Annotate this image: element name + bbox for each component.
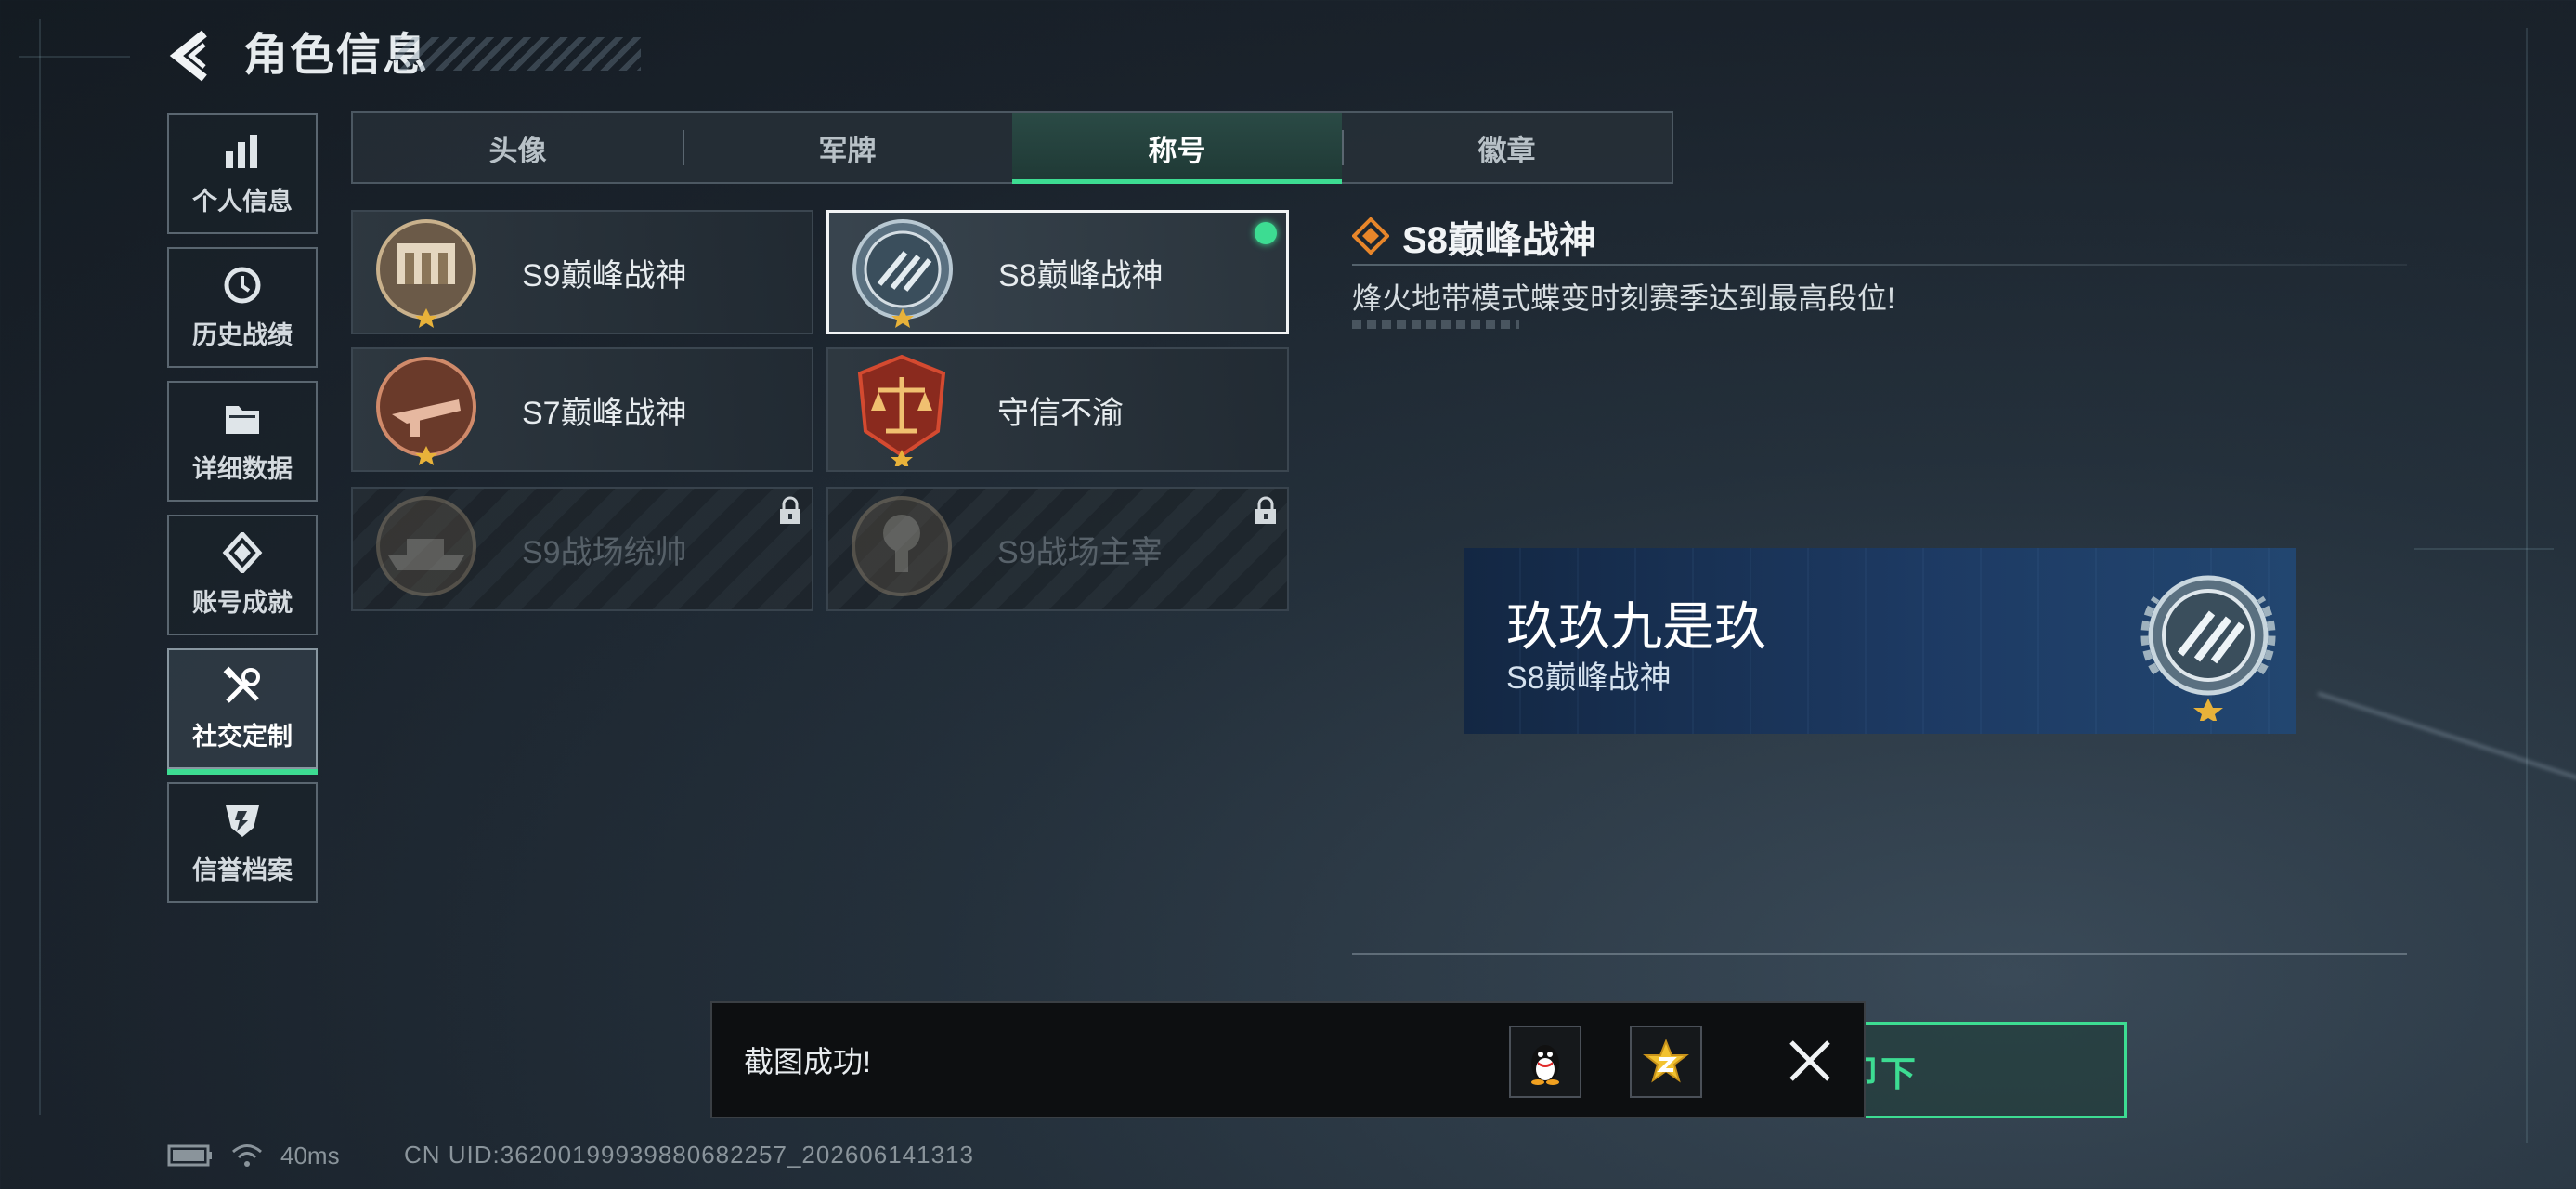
title-preview-card: 玖玖九是玖 S8巅峰战神 bbox=[1464, 548, 2296, 734]
preview-title: S8巅峰战神 bbox=[1506, 660, 1672, 696]
sidebar-item-label: 账号成就 bbox=[192, 588, 293, 617]
bar-chart-icon bbox=[226, 134, 257, 168]
folder-icon bbox=[226, 405, 259, 434]
sidebar-item-detailed-data[interactable]: 详细数据 bbox=[167, 381, 318, 502]
title-name: 守信不渝 bbox=[997, 395, 1124, 431]
uid-readout: CN UID:362001999398806822​57_20260614131… bbox=[404, 1141, 974, 1169]
title-card-s9-commander[interactable]: S9战场统帅 bbox=[351, 487, 813, 611]
tab-badge[interactable]: 徽章 bbox=[1342, 113, 1672, 182]
preview-player-name: 玖玖九是玖 bbox=[1506, 597, 1766, 656]
detail-obscured-text bbox=[1352, 320, 1519, 329]
credit-shield-icon bbox=[226, 804, 259, 837]
qq-penguin-icon bbox=[1531, 1045, 1559, 1085]
title-name: S8巅峰战神 bbox=[998, 257, 1164, 294]
active-indicator bbox=[167, 769, 318, 775]
title-name: S9战场统帅 bbox=[522, 534, 687, 570]
title-card-s7-peak[interactable]: S7巅峰战神 bbox=[351, 347, 813, 472]
sidebar-item-credit[interactable]: 信誉档案 bbox=[167, 782, 318, 903]
wifi-icon bbox=[232, 1144, 262, 1167]
share-qq-button[interactable] bbox=[1509, 1026, 1581, 1098]
tab-avatar[interactable]: 头像 bbox=[353, 113, 683, 182]
close-icon[interactable] bbox=[1782, 1033, 1838, 1089]
sidebar-item-label: 社交定制 bbox=[192, 722, 293, 751]
frame-line bbox=[19, 56, 130, 58]
lock-icon bbox=[780, 496, 800, 524]
justice-scale-emblem-icon bbox=[857, 354, 946, 466]
title-name: S7巅峰战神 bbox=[522, 395, 687, 431]
title-card-s8-peak[interactable]: S8巅峰战神 bbox=[826, 210, 1289, 334]
frame-line bbox=[39, 19, 41, 1115]
share-qzone-button[interactable] bbox=[1630, 1026, 1702, 1098]
frame-line bbox=[2526, 28, 2528, 1143]
background-lightning bbox=[2301, 692, 2576, 831]
frame-line bbox=[2414, 548, 2554, 550]
title-name: S9巅峰战神 bbox=[522, 257, 687, 294]
title-card-s9-dominator[interactable]: S9战场主宰 bbox=[826, 487, 1289, 611]
sidebar-item-history[interactable]: 历史战绩 bbox=[167, 247, 318, 368]
title-card-s9-peak[interactable]: S9巅峰战神 bbox=[351, 210, 813, 334]
detail-description: 烽火地带模式蝶变时刻赛季达到最高段位! bbox=[1352, 281, 1895, 315]
panel-divider bbox=[1352, 953, 2407, 955]
s8-peak-emblem-icon bbox=[2140, 575, 2276, 721]
sidebar-item-label: 信誉档案 bbox=[192, 856, 293, 884]
detail-divider bbox=[1352, 264, 2407, 266]
s7-peak-emblem-icon bbox=[376, 357, 476, 465]
ping-readout: 40ms bbox=[280, 1141, 340, 1169]
status-bar: 40ms bbox=[167, 1139, 340, 1172]
sidebar-item-personal-info[interactable]: 个人信息 bbox=[167, 113, 318, 234]
screenshot-toast: 截图成功! bbox=[710, 1001, 1866, 1118]
sidebar-item-label: 历史战绩 bbox=[192, 320, 293, 349]
history-icon bbox=[224, 267, 261, 303]
back-arrow-icon[interactable] bbox=[167, 28, 214, 84]
sidebar-item-label: 个人信息 bbox=[192, 187, 293, 216]
s9-peak-emblem-icon bbox=[376, 219, 476, 328]
tab-dog-tag[interactable]: 军牌 bbox=[683, 113, 1012, 182]
title-diamond-icon bbox=[1352, 217, 1389, 255]
achievement-icon bbox=[222, 531, 263, 573]
warship-emblem-icon bbox=[376, 496, 476, 596]
title-name: S9战场主宰 bbox=[997, 534, 1163, 570]
lock-icon bbox=[1255, 496, 1276, 524]
sidebar-item-achievements[interactable]: 账号成就 bbox=[167, 515, 318, 635]
tab-bar: 头像 军牌 称号 徽章 bbox=[351, 111, 1673, 184]
title-card-integrity[interactable]: 守信不渝 bbox=[826, 347, 1289, 472]
explosion-emblem-icon bbox=[852, 496, 952, 596]
sidebar-item-social-custom[interactable]: 社交定制 bbox=[167, 648, 318, 775]
qzone-star-icon bbox=[1643, 1039, 1689, 1083]
battery-icon bbox=[167, 1144, 212, 1167]
s8-peak-emblem-icon bbox=[852, 219, 953, 328]
title-decoration bbox=[395, 37, 641, 71]
detail-title: S8巅峰战神 bbox=[1402, 220, 1596, 261]
sidebar-item-label: 详细数据 bbox=[192, 454, 293, 483]
equipped-indicator bbox=[1255, 222, 1277, 244]
tools-icon bbox=[223, 666, 260, 703]
tab-title[interactable]: 称号 bbox=[1012, 113, 1342, 184]
toast-message: 截图成功! bbox=[744, 1045, 871, 1078]
